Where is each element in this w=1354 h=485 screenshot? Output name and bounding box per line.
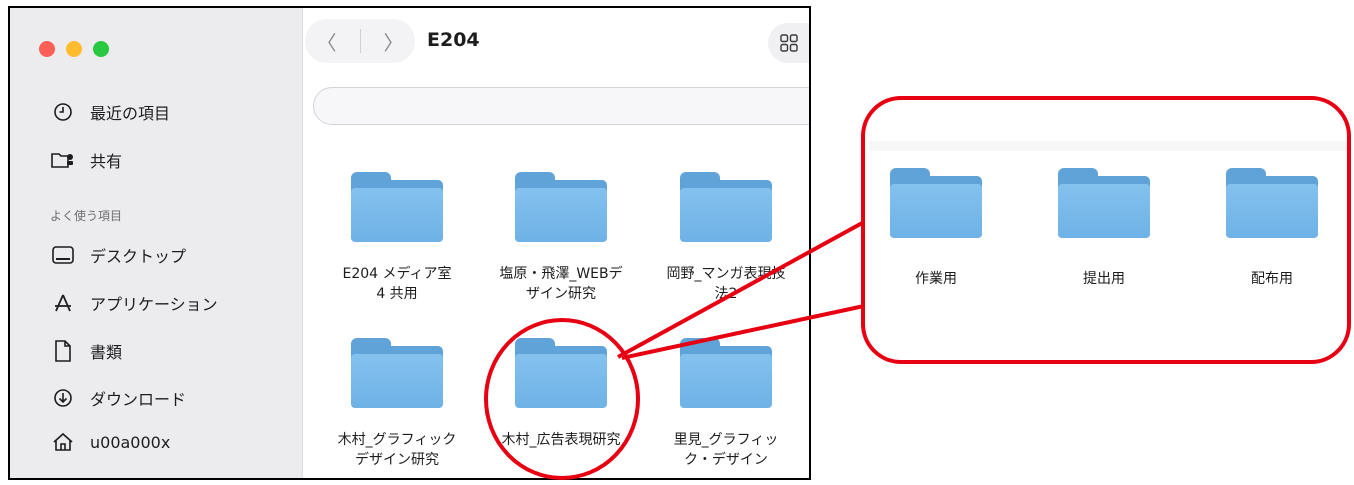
folder-item-highlighted[interactable]: 木村_広告表現研究 [486, 338, 636, 450]
folder-icon [515, 172, 607, 242]
path-bar-container [313, 87, 809, 127]
back-button[interactable]: 〈 [317, 27, 337, 56]
sidebar-item-label: u00a000x [90, 432, 171, 452]
sidebar-item-label: 最近の項目 [90, 104, 171, 123]
callout-folder-item[interactable]: 配布用 [1212, 168, 1332, 288]
folder-icon [1058, 168, 1150, 238]
view-button[interactable] [768, 23, 809, 63]
sidebar-item-home[interactable]: u00a000x [50, 432, 170, 452]
sidebar-item-documents[interactable]: 書類 [50, 339, 122, 363]
sidebar-item-desktop[interactable]: デスクトップ [50, 243, 186, 267]
callout-folder-item[interactable]: 作業用 [876, 168, 996, 288]
sidebar-item-label: 共有 [90, 152, 123, 171]
zoom-window-button[interactable] [93, 41, 109, 57]
folder-label: 木村_広告表現研究 [501, 432, 621, 448]
folder-item[interactable]: E204 メディア室 4 共用 [322, 172, 472, 304]
document-icon [50, 340, 76, 362]
folder-item[interactable]: 木村_グラフィック デザイン研究 [322, 338, 472, 470]
sidebar-item-label: 書類 [90, 343, 123, 362]
sidebar-item-label: ダウンロード [90, 390, 187, 409]
folder-label: 岡野_マンガ表現技 法2 [666, 266, 786, 302]
sidebar-item-label: アプリケーション [90, 295, 218, 314]
folder-icon [515, 338, 607, 408]
sidebar-item-label: デスクトップ [90, 247, 187, 266]
close-window-button[interactable] [39, 41, 55, 57]
shared-folder-icon [50, 150, 76, 170]
folder-icon [680, 338, 772, 408]
forward-button[interactable]: 〉 [384, 27, 404, 56]
home-icon [50, 432, 76, 452]
folder-label: 木村_グラフィック デザイン研究 [337, 432, 457, 468]
folder-label: 提出用 [1083, 271, 1125, 287]
navigation-buttons: 〈 〉 [305, 19, 415, 63]
sidebar-item-recents[interactable]: 最近の項目 [50, 100, 170, 124]
folder-item[interactable]: 里見_グラフィッ ク・デザイン [651, 338, 801, 470]
folder-icon [351, 338, 443, 408]
sidebar-item-shared[interactable]: 共有 [50, 148, 122, 172]
grid-view-icon [780, 34, 798, 52]
sidebar: 最近の項目 共有 よく使う項目 デスクトップ アプリケーション 書類 ダウンロー… [10, 8, 303, 478]
window-controls [39, 41, 109, 57]
sidebar-section-favorites: よく使う項目 [50, 209, 123, 223]
sidebar-item-applications[interactable]: アプリケーション [50, 291, 218, 315]
folder-label: 配布用 [1251, 271, 1293, 287]
window-title: E204 [427, 29, 480, 51]
applications-icon [50, 293, 76, 313]
folder-label: 作業用 [915, 271, 957, 287]
folder-label: 里見_グラフィッ ク・デザイン [673, 432, 779, 468]
callout-folder-item[interactable]: 提出用 [1044, 168, 1164, 288]
folder-icon [351, 172, 443, 242]
callout-toolbar-strip [869, 141, 1347, 151]
desktop-icon [50, 246, 76, 264]
folder-label: E204 メディア室 4 共用 [342, 266, 452, 302]
clock-icon [50, 102, 76, 122]
folder-icon [680, 172, 772, 242]
folder-item[interactable]: 塩原・飛澤_WEBデ ザイン研究 [486, 172, 636, 304]
sidebar-item-downloads[interactable]: ダウンロード [50, 386, 186, 410]
divider [359, 29, 361, 53]
folder-label: 塩原・飛澤_WEBデ ザイン研究 [499, 266, 623, 302]
download-icon [50, 388, 76, 408]
folder-icon [890, 168, 982, 238]
minimize-window-button[interactable] [66, 41, 82, 57]
folder-icon [1226, 168, 1318, 238]
path-bar[interactable] [313, 87, 809, 125]
folder-item[interactable]: 岡野_マンガ表現技 法2 [651, 172, 801, 304]
view-switcher[interactable] [768, 23, 809, 63]
